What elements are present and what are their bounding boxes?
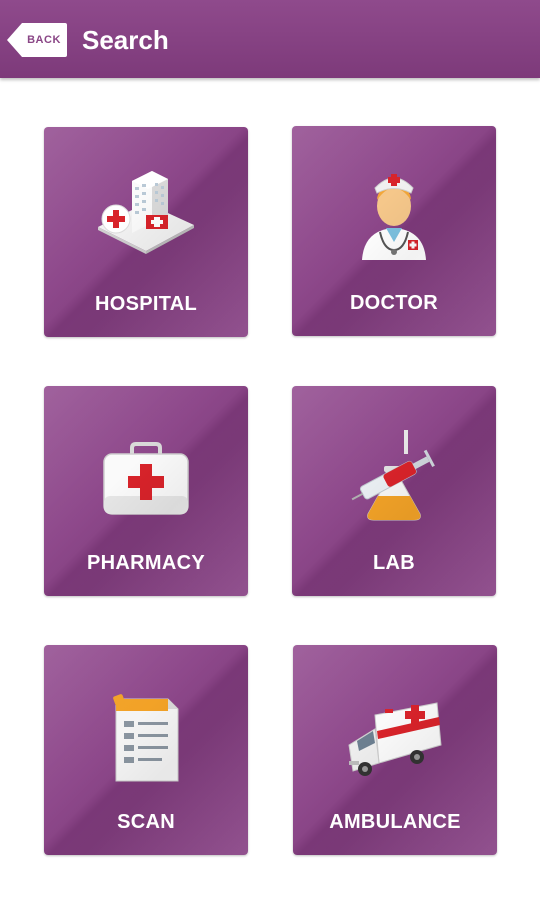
back-button[interactable]: BACK xyxy=(6,22,68,58)
hospital-icon xyxy=(98,171,194,254)
page-title: Search xyxy=(82,25,169,55)
tile-label-ambulance: AMBULANCE xyxy=(329,811,461,833)
tile-label-lab: LAB xyxy=(372,552,415,574)
app-header: BACK Search xyxy=(0,0,540,78)
tile-doctor[interactable]: DOCTOR xyxy=(292,126,496,336)
tile-pharmacy[interactable]: PHARMACY xyxy=(44,386,248,596)
tile-label-pharmacy: PHARMACY xyxy=(87,552,205,574)
tile-lab[interactable]: LAB xyxy=(292,386,496,596)
tile-label-hospital: HOSPITAL xyxy=(94,293,198,315)
tile-label-doctor: DOCTOR xyxy=(349,292,439,314)
back-button-label: BACK xyxy=(27,34,61,46)
doctor-icon xyxy=(362,174,426,260)
scan-report-icon xyxy=(113,694,179,782)
lab-flask-syringe-icon xyxy=(351,430,435,521)
tile-ambulance[interactable]: AMBULANCE xyxy=(293,645,497,855)
tile-label-scan: SCAN xyxy=(117,811,175,833)
ambulance-icon xyxy=(348,702,442,776)
first-aid-kit-icon xyxy=(103,442,189,515)
tile-hospital[interactable]: HOSPITAL xyxy=(44,127,248,337)
tile-scan[interactable]: SCAN xyxy=(44,645,248,855)
